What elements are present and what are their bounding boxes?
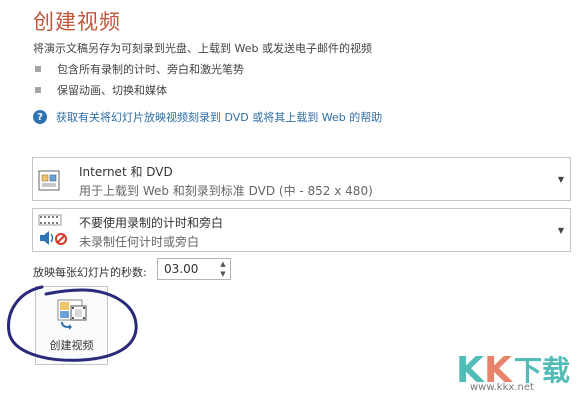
timing-narration-dropdown[interactable]: 不要使用录制的计时和旁白 未录制任何计时或旁白 ▼ <box>32 208 571 252</box>
create-video-label: 创建视频 <box>49 339 94 352</box>
chevron-down-icon[interactable]: ▼ <box>558 226 564 235</box>
bullet-label: 保留动画、切换和媒体 <box>57 84 167 97</box>
spin-up-icon[interactable]: ▲ <box>216 259 230 269</box>
spinner-arrows[interactable]: ▲ ▼ <box>216 259 230 279</box>
bullet-square-icon <box>35 66 41 72</box>
bullet-item: 保留动画、切换和媒体 <box>35 82 167 98</box>
timing-sub-label: 未录制任何计时或旁白 <box>79 235 200 249</box>
bullet-square-icon <box>35 87 41 93</box>
bullet-item: 包含所有录制的计时、旁白和激光笔势 <box>35 61 244 77</box>
seconds-per-slide-label: 放映每张幻灯片的秒数: <box>33 266 147 279</box>
narration-timing-icon <box>37 213 71 253</box>
timing-main-label: 不要使用录制的计时和旁白 <box>79 216 224 230</box>
quality-main-label: Internet 和 DVD <box>79 165 173 179</box>
help-question-icon: ? <box>33 110 47 124</box>
seconds-per-slide-spinner[interactable]: ▲ ▼ <box>157 258 231 280</box>
create-video-button[interactable]: 创建视频 <box>35 286 108 365</box>
page-title: 创建视频 <box>33 10 121 34</box>
quality-sub-label: 用于上载到 Web 和刻录到标准 DVD (中 - 852 x 480) <box>79 184 373 198</box>
help-link[interactable]: ? 获取有关将幻灯片放映视频刻录到 DVD 或将其上载到 Web 的帮助 <box>33 109 382 125</box>
watermark-site: www.kkx.net <box>470 382 534 393</box>
help-link-text[interactable]: 获取有关将幻灯片放映视频刻录到 DVD 或将其上载到 Web 的帮助 <box>56 109 382 125</box>
video-quality-dropdown[interactable]: Internet 和 DVD 用于上载到 Web 和刻录到标准 DVD (中 -… <box>32 157 571 201</box>
seconds-per-slide-input[interactable] <box>158 259 216 279</box>
video-quality-icon <box>37 170 65 196</box>
spin-down-icon[interactable]: ▼ <box>216 269 230 279</box>
create-video-icon <box>56 298 88 334</box>
bullet-label: 包含所有录制的计时、旁白和激光笔势 <box>57 63 244 76</box>
chevron-down-icon[interactable]: ▼ <box>558 175 564 184</box>
description-text: 将演示文稿另存为可刻录到光盘、上载到 Web 或发送电子邮件的视频 <box>33 42 372 55</box>
